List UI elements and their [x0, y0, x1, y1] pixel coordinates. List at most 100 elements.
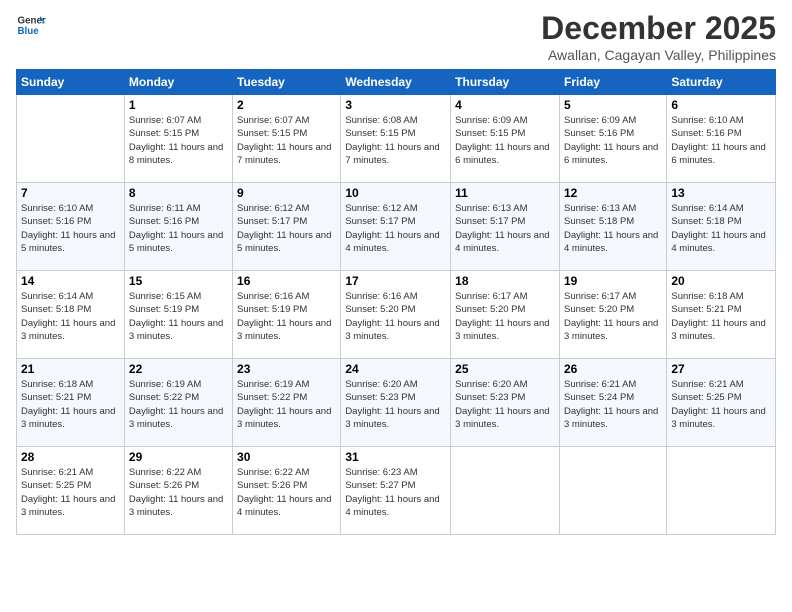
day-info: Sunrise: 6:16 AM Sunset: 5:19 PM Dayligh…: [237, 290, 336, 343]
day-info: Sunrise: 6:08 AM Sunset: 5:15 PM Dayligh…: [345, 114, 446, 167]
day-info: Sunrise: 6:09 AM Sunset: 5:15 PM Dayligh…: [455, 114, 555, 167]
table-row: 23Sunrise: 6:19 AM Sunset: 5:22 PM Dayli…: [233, 359, 341, 447]
logo-icon: General Blue: [16, 10, 46, 40]
table-row: 4 Sunrise: 6:09 AM Sunset: 5:15 PM Daylig…: [451, 95, 560, 183]
table-row: [667, 447, 776, 535]
title-section: December 2025 Awallan, Cagayan Valley, P…: [541, 10, 776, 63]
day-number: 7: [21, 186, 120, 200]
day-info: Sunrise: 6:21 AM Sunset: 5:25 PM Dayligh…: [671, 378, 771, 431]
logo: General Blue: [16, 10, 46, 40]
day-info: Sunrise: 6:20 AM Sunset: 5:23 PM Dayligh…: [455, 378, 555, 431]
calendar-week-5: 28 Sunrise: 6:21 AM Sunset: 5:25 PM Dayli…: [17, 447, 776, 535]
table-row: 28 Sunrise: 6:21 AM Sunset: 5:25 PM Dayli…: [17, 447, 125, 535]
table-row: 31 Sunrise: 6:23 AM Sunset: 5:27 PM Dayli…: [341, 447, 451, 535]
table-row: 16Sunrise: 6:16 AM Sunset: 5:19 PM Dayli…: [233, 271, 341, 359]
day-number: 23: [237, 362, 336, 376]
table-row: 2Sunrise: 6:07 AM Sunset: 5:15 PM Daylig…: [233, 95, 341, 183]
day-info: Sunrise: 6:15 AM Sunset: 5:19 PM Dayligh…: [129, 290, 228, 343]
day-info: Sunrise: 6:21 AM Sunset: 5:24 PM Dayligh…: [564, 378, 662, 431]
table-row: 8Sunrise: 6:11 AM Sunset: 5:16 PM Daylig…: [124, 183, 232, 271]
day-info: Sunrise: 6:21 AM Sunset: 5:25 PM Dayligh…: [21, 466, 120, 519]
day-number: 25: [455, 362, 555, 376]
day-info: Sunrise: 6:22 AM Sunset: 5:26 PM Dayligh…: [237, 466, 336, 519]
day-number: 3: [345, 98, 446, 112]
calendar-week-4: 21 Sunrise: 6:18 AM Sunset: 5:21 PM Dayli…: [17, 359, 776, 447]
table-row: 29 Sunrise: 6:22 AM Sunset: 5:26 PM Dayli…: [124, 447, 232, 535]
table-row: 11 Sunrise: 6:13 AM Sunset: 5:17 PM Dayli…: [451, 183, 560, 271]
svg-text:Blue: Blue: [18, 26, 40, 37]
day-number: 24: [345, 362, 446, 376]
day-info: Sunrise: 6:22 AM Sunset: 5:26 PM Dayligh…: [129, 466, 228, 519]
day-number: 4: [455, 98, 555, 112]
table-row: 10Sunrise: 6:12 AM Sunset: 5:17 PM Dayli…: [341, 183, 451, 271]
day-info: Sunrise: 6:12 AM Sunset: 5:17 PM Dayligh…: [345, 202, 446, 255]
table-row: 7 Sunrise: 6:10 AM Sunset: 5:16 PM Daylig…: [17, 183, 125, 271]
day-number: 19: [564, 274, 662, 288]
day-info: Sunrise: 6:18 AM Sunset: 5:21 PM Dayligh…: [671, 290, 771, 343]
table-row: 18 Sunrise: 6:17 AM Sunset: 5:20 PM Dayli…: [451, 271, 560, 359]
day-info: Sunrise: 6:10 AM Sunset: 5:16 PM Dayligh…: [671, 114, 771, 167]
col-sunday: Sunday: [17, 70, 125, 95]
day-info: Sunrise: 6:17 AM Sunset: 5:20 PM Dayligh…: [455, 290, 555, 343]
day-number: 29: [129, 450, 228, 464]
day-number: 6: [671, 98, 771, 112]
col-saturday: Saturday: [667, 70, 776, 95]
table-row: 22 Sunrise: 6:19 AM Sunset: 5:22 PM Dayli…: [124, 359, 232, 447]
day-info: Sunrise: 6:07 AM Sunset: 5:15 PM Dayligh…: [129, 114, 228, 167]
col-wednesday: Wednesday: [341, 70, 451, 95]
day-number: 1: [129, 98, 228, 112]
day-info: Sunrise: 6:13 AM Sunset: 5:17 PM Dayligh…: [455, 202, 555, 255]
day-number: 18: [455, 274, 555, 288]
page: General Blue December 2025 Awallan, Caga…: [0, 0, 792, 612]
day-info: Sunrise: 6:10 AM Sunset: 5:16 PM Dayligh…: [21, 202, 120, 255]
table-row: [17, 95, 125, 183]
day-number: 20: [671, 274, 771, 288]
table-row: 9Sunrise: 6:12 AM Sunset: 5:17 PM Daylig…: [233, 183, 341, 271]
col-tuesday: Tuesday: [233, 70, 341, 95]
table-row: 25 Sunrise: 6:20 AM Sunset: 5:23 PM Dayli…: [451, 359, 560, 447]
table-row: 13 Sunrise: 6:14 AM Sunset: 5:18 PM Dayli…: [667, 183, 776, 271]
table-row: 26Sunrise: 6:21 AM Sunset: 5:24 PM Dayli…: [559, 359, 666, 447]
day-number: 14: [21, 274, 120, 288]
table-row: 15 Sunrise: 6:15 AM Sunset: 5:19 PM Dayli…: [124, 271, 232, 359]
table-row: 20 Sunrise: 6:18 AM Sunset: 5:21 PM Dayli…: [667, 271, 776, 359]
day-number: 21: [21, 362, 120, 376]
day-number: 5: [564, 98, 662, 112]
day-number: 12: [564, 186, 662, 200]
col-friday: Friday: [559, 70, 666, 95]
table-row: 14 Sunrise: 6:14 AM Sunset: 5:18 PM Dayli…: [17, 271, 125, 359]
day-number: 13: [671, 186, 771, 200]
day-info: Sunrise: 6:14 AM Sunset: 5:18 PM Dayligh…: [21, 290, 120, 343]
day-number: 11: [455, 186, 555, 200]
day-number: 17: [345, 274, 446, 288]
calendar-table: Sunday Monday Tuesday Wednesday Thursday…: [16, 69, 776, 535]
table-row: 3 Sunrise: 6:08 AM Sunset: 5:15 PM Daylig…: [341, 95, 451, 183]
table-row: 30Sunrise: 6:22 AM Sunset: 5:26 PM Dayli…: [233, 447, 341, 535]
day-info: Sunrise: 6:12 AM Sunset: 5:17 PM Dayligh…: [237, 202, 336, 255]
day-number: 22: [129, 362, 228, 376]
day-info: Sunrise: 6:17 AM Sunset: 5:20 PM Dayligh…: [564, 290, 662, 343]
col-monday: Monday: [124, 70, 232, 95]
calendar-week-3: 14 Sunrise: 6:14 AM Sunset: 5:18 PM Dayli…: [17, 271, 776, 359]
day-number: 27: [671, 362, 771, 376]
table-row: 19 Sunrise: 6:17 AM Sunset: 5:20 PM Dayli…: [559, 271, 666, 359]
day-info: Sunrise: 6:23 AM Sunset: 5:27 PM Dayligh…: [345, 466, 446, 519]
table-row: [451, 447, 560, 535]
calendar-week-2: 7 Sunrise: 6:10 AM Sunset: 5:16 PM Daylig…: [17, 183, 776, 271]
month-title: December 2025: [541, 10, 776, 47]
table-row: [559, 447, 666, 535]
table-row: 21 Sunrise: 6:18 AM Sunset: 5:21 PM Dayli…: [17, 359, 125, 447]
day-info: Sunrise: 6:19 AM Sunset: 5:22 PM Dayligh…: [129, 378, 228, 431]
day-number: 15: [129, 274, 228, 288]
day-number: 31: [345, 450, 446, 464]
day-info: Sunrise: 6:18 AM Sunset: 5:21 PM Dayligh…: [21, 378, 120, 431]
day-info: Sunrise: 6:13 AM Sunset: 5:18 PM Dayligh…: [564, 202, 662, 255]
calendar-header-row: Sunday Monday Tuesday Wednesday Thursday…: [17, 70, 776, 95]
table-row: 24Sunrise: 6:20 AM Sunset: 5:23 PM Dayli…: [341, 359, 451, 447]
day-number: 28: [21, 450, 120, 464]
table-row: 27 Sunrise: 6:21 AM Sunset: 5:25 PM Dayli…: [667, 359, 776, 447]
day-info: Sunrise: 6:07 AM Sunset: 5:15 PM Dayligh…: [237, 114, 336, 167]
table-row: 6 Sunrise: 6:10 AM Sunset: 5:16 PM Daylig…: [667, 95, 776, 183]
table-row: 5Sunrise: 6:09 AM Sunset: 5:16 PM Daylig…: [559, 95, 666, 183]
day-info: Sunrise: 6:14 AM Sunset: 5:18 PM Dayligh…: [671, 202, 771, 255]
